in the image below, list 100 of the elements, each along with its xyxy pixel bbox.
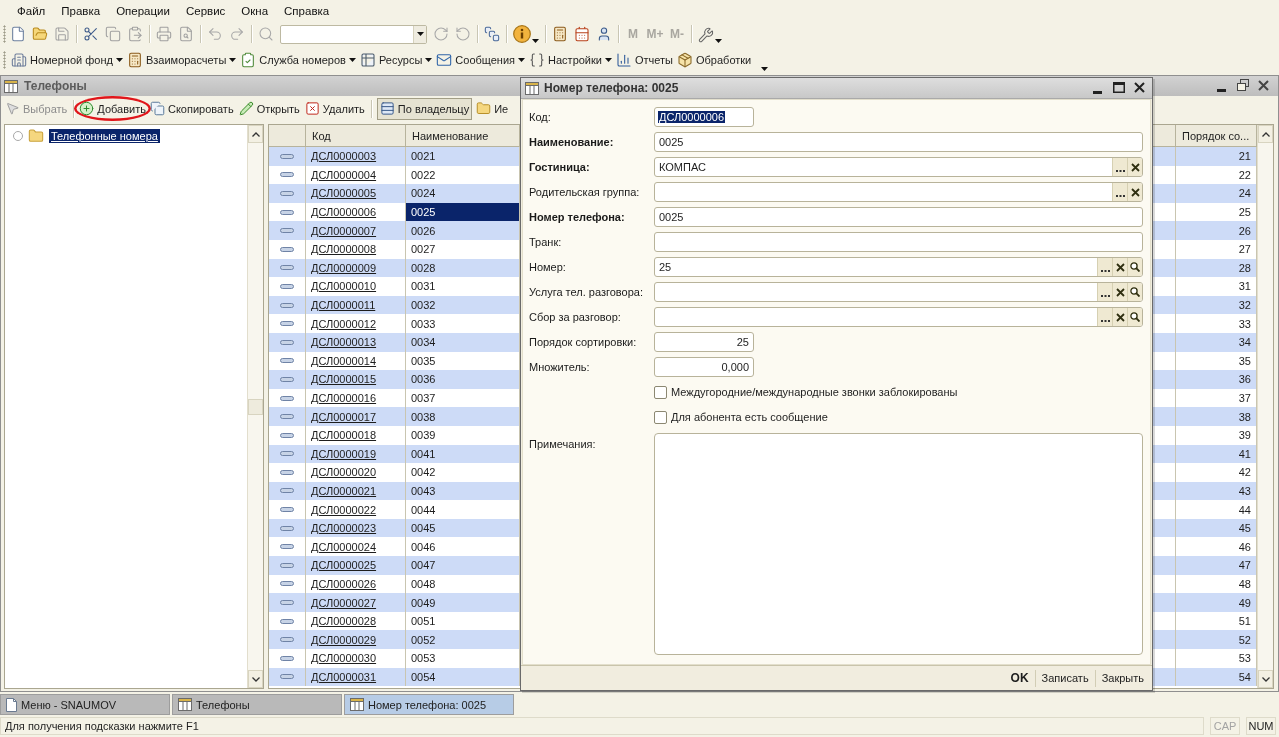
field-label: Услуга тел. разговора: [529, 286, 643, 298]
search-button[interactable] [1127, 258, 1142, 276]
checkbox[interactable] [654, 385, 667, 399]
clear-button[interactable] [1127, 158, 1142, 176]
menu-item[interactable]: Сервис [177, 2, 234, 19]
x-icon [1115, 287, 1125, 297]
section-menu-button[interactable]: Ресурсы [357, 49, 435, 71]
taskbar-item[interactable]: Номер телефона: 0025 [344, 694, 514, 715]
toolbar-button[interactable]: Добавить [74, 96, 151, 121]
menu-item[interactable]: Справка [276, 2, 338, 19]
scissors-icon [83, 26, 99, 42]
info-icon [513, 25, 531, 43]
menu-item[interactable]: Окна [233, 2, 277, 19]
section-menu-button[interactable]: Настройки [527, 49, 614, 71]
copy-icon [105, 26, 121, 42]
footer-button[interactable]: OK [1004, 669, 1035, 687]
select-button[interactable] [1112, 158, 1127, 176]
x-icon [1115, 312, 1125, 322]
menu-item[interactable]: Файл [9, 2, 54, 19]
person-icon [596, 26, 612, 42]
dash-icon [280, 414, 294, 420]
checkbox[interactable] [654, 410, 667, 424]
input-field[interactable]: 25 [654, 332, 754, 352]
scroll-down-button[interactable] [248, 670, 263, 688]
section-menu-button[interactable]: Отчеты [613, 49, 675, 71]
toolbar-button[interactable]: По владельцу [376, 97, 473, 120]
dash-icon [280, 562, 294, 568]
clear-button[interactable] [1127, 183, 1142, 201]
info-button[interactable] [510, 23, 542, 45]
section-menu-button[interactable]: Номерной фонд [9, 49, 125, 71]
footer-button[interactable]: Закрыть [1095, 670, 1150, 686]
chevron-down-icon [1261, 676, 1270, 682]
dash-icon [280, 618, 294, 624]
toolbar-button[interactable]: Скопировать [148, 97, 235, 120]
clear-button[interactable] [1112, 258, 1127, 276]
key-indicator: CAP [1210, 717, 1240, 735]
redo-icon [229, 26, 245, 42]
scroll-down-button[interactable] [1258, 670, 1273, 688]
restore-button[interactable] [1234, 78, 1251, 94]
select-button[interactable] [1097, 283, 1112, 301]
clipboard-icon [127, 26, 143, 42]
input-field[interactable]: КОМПАС [654, 157, 1143, 177]
input-field[interactable]: 0025 [654, 207, 1143, 227]
clear-button[interactable] [1112, 308, 1127, 326]
status-hint: Для получения подсказки нажмите F1 [0, 717, 1204, 735]
search-button[interactable] [1127, 308, 1142, 326]
field-label: Родительская группа: [529, 186, 640, 198]
footer-button[interactable]: Записать [1035, 670, 1095, 686]
folder-icon [476, 101, 492, 116]
curved-arrow-icon [433, 26, 449, 42]
column-header[interactable]: Код [306, 125, 406, 146]
notes-field[interactable] [654, 433, 1143, 655]
input-field[interactable] [654, 307, 1143, 327]
input-field[interactable]: 25 [654, 257, 1143, 277]
scrollbar-thumb[interactable] [248, 398, 263, 415]
clear-button[interactable] [1112, 283, 1127, 301]
toolbar-grip[interactable] [3, 25, 6, 43]
input-field[interactable]: 0,000 [654, 357, 754, 377]
select-button[interactable] [1097, 308, 1112, 326]
taskbar-item[interactable]: Телефоны [172, 694, 342, 715]
section-menu-button[interactable]: Взаиморасчеты [124, 49, 239, 71]
toolbar-button[interactable]: Открыть [237, 97, 301, 120]
input-field[interactable]: ДСЛ0000006 [654, 107, 754, 127]
section-menu-button[interactable]: Сообщения [434, 49, 528, 71]
scrollbar-track[interactable] [247, 125, 263, 688]
input-field[interactable] [654, 282, 1143, 302]
chevron-up-icon [1261, 131, 1270, 137]
scrollbar-track[interactable] [1257, 125, 1273, 688]
dash-icon [280, 321, 294, 327]
section-menu-button[interactable]: Обработки [675, 49, 754, 71]
menu-item[interactable]: Правка [53, 2, 109, 19]
close-icon [1134, 81, 1145, 93]
input-field[interactable] [654, 232, 1143, 252]
pointer-icon [5, 101, 20, 116]
search-field[interactable] [280, 24, 427, 44]
taskbar-item[interactable]: Меню - SNAUMOV [0, 694, 170, 715]
scroll-up-button[interactable] [1258, 125, 1273, 143]
tree-item[interactable]: Телефонные номера [49, 128, 160, 143]
select-button[interactable] [1097, 258, 1112, 276]
folder-icon [32, 26, 48, 42]
box-icon [677, 52, 693, 68]
search-button[interactable] [1127, 283, 1142, 301]
maximize-button[interactable] [1110, 80, 1127, 96]
scroll-up-button[interactable] [248, 125, 263, 143]
taskbar-label: Меню - SNAUMOV [21, 698, 117, 711]
section-menu-button[interactable]: Служба номеров [238, 49, 358, 71]
table-cell: ДСЛ0000010 [306, 277, 406, 296]
dash-icon [280, 655, 294, 661]
table-cell: ДСЛ0000030 [306, 649, 406, 668]
input-field[interactable]: 0025 [654, 132, 1143, 152]
toolbar-button[interactable]: Ие [475, 97, 510, 120]
input-field[interactable] [654, 182, 1143, 202]
toolbar-button[interactable]: Удалить [303, 97, 366, 120]
field-label: Сбор за разговор: [529, 311, 621, 323]
dash-icon [280, 228, 294, 234]
toolbar-grip[interactable] [3, 51, 6, 69]
menu-item[interactable]: Операции [108, 2, 178, 19]
select-button[interactable] [1112, 183, 1127, 201]
copy-plus-icon [149, 101, 165, 116]
x-icon [1130, 187, 1140, 197]
